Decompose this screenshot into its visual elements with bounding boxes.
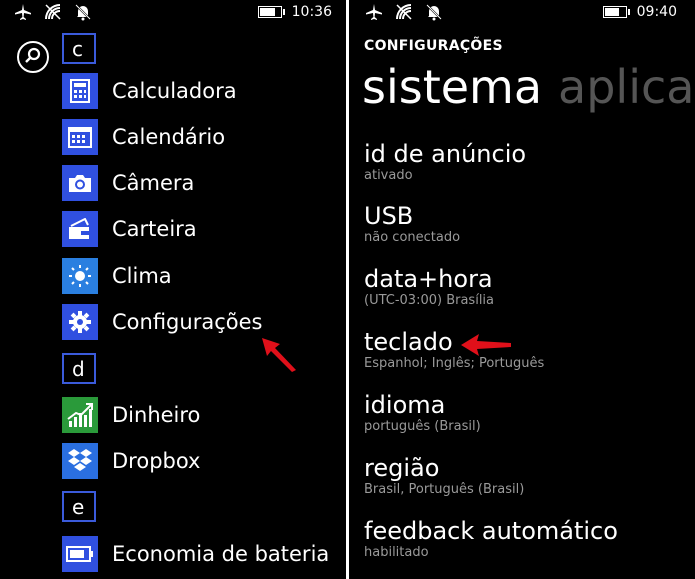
setting-status: (UTC-03:00) Brasília xyxy=(364,293,495,308)
app-dinheiro[interactable]: Dinheiro xyxy=(62,396,200,434)
setting-status: Brasil, Português (Brasil) xyxy=(364,482,525,497)
battery-icon xyxy=(257,6,285,18)
app-label: Carteira xyxy=(112,217,197,241)
app-label: Configurações xyxy=(112,310,263,334)
app-label: Calendário xyxy=(112,125,226,149)
app-label: Calculadora xyxy=(112,79,237,103)
app-list-screen: 10:36 c Calculadora Calendário Câmera Ca… xyxy=(0,0,346,579)
setting-name: USB xyxy=(364,202,414,230)
weather-icon xyxy=(62,258,98,294)
status-bar: 09:40 xyxy=(349,0,695,26)
setting-name: teclado xyxy=(364,328,453,356)
app-clima[interactable]: Clima xyxy=(62,257,172,295)
battery-saver-icon xyxy=(62,536,98,572)
wifi-off-icon xyxy=(395,3,413,21)
app-dropbox[interactable]: Dropbox xyxy=(62,442,200,480)
setting-status: Espanhol; Inglês; Português xyxy=(364,356,545,371)
group-letter-c[interactable]: c xyxy=(62,33,96,64)
tab-sistema[interactable]: sistema xyxy=(362,60,542,114)
setting-id-de-anuncio[interactable]: id de anúncio ativado xyxy=(364,140,526,184)
setting-teclado[interactable]: teclado Espanhol; Inglês; Português xyxy=(364,328,544,372)
clock: 09:40 xyxy=(636,4,677,20)
setting-regiao[interactable]: região Brasil, Português (Brasil) xyxy=(364,454,524,498)
setting-status: habilitado xyxy=(364,545,429,560)
airplane-icon xyxy=(365,3,383,21)
setting-status: ativado xyxy=(364,168,413,183)
camera-icon xyxy=(62,165,98,201)
app-calendario[interactable]: Calendário xyxy=(62,118,225,156)
clock: 10:36 xyxy=(291,4,332,20)
setting-usb[interactable]: USB não conectado xyxy=(364,202,460,246)
app-label: Câmera xyxy=(112,171,195,195)
wallet-icon xyxy=(62,211,98,247)
setting-idioma[interactable]: idioma português (Brasil) xyxy=(364,391,481,435)
gear-icon xyxy=(62,304,98,340)
setting-name: feedback automático xyxy=(364,517,618,545)
setting-name: data+hora xyxy=(364,265,493,293)
status-bar: 10:36 xyxy=(0,0,346,26)
battery-icon xyxy=(602,6,630,18)
quiet-hours-icon xyxy=(425,3,443,21)
app-label: Economia de bateria xyxy=(112,542,330,566)
group-letter-d[interactable]: d xyxy=(62,353,96,384)
tab-aplicativos[interactable]: aplicat xyxy=(558,60,695,114)
quiet-hours-icon xyxy=(74,3,92,21)
red-arrow-pointer xyxy=(262,338,296,372)
dropbox-icon xyxy=(62,443,98,479)
app-configuracoes[interactable]: Configurações xyxy=(62,303,262,341)
app-carteira[interactable]: Carteira xyxy=(62,210,197,248)
pivot-tabs: sistema aplicat xyxy=(362,60,695,114)
page-title: CONFIGURAÇÕES xyxy=(364,38,503,54)
app-economia-de-bateria[interactable]: Economia de bateria xyxy=(62,535,329,573)
calendar-icon xyxy=(62,119,98,155)
calculator-icon xyxy=(62,73,98,109)
search-button[interactable] xyxy=(17,41,49,73)
wifi-off-icon xyxy=(44,3,62,21)
airplane-icon xyxy=(14,3,32,21)
setting-data-hora[interactable]: data+hora (UTC-03:00) Brasília xyxy=(364,265,494,309)
setting-status: português (Brasil) xyxy=(364,419,481,434)
group-letter-e[interactable]: e xyxy=(62,491,96,522)
search-icon xyxy=(25,47,41,63)
setting-feedback-automatico[interactable]: feedback automático habilitado xyxy=(364,517,618,561)
app-camera[interactable]: Câmera xyxy=(62,164,194,202)
setting-name: id de anúncio xyxy=(364,140,527,168)
red-arrow-pointer xyxy=(461,334,511,356)
app-label: Dinheiro xyxy=(112,403,201,427)
setting-status: não conectado xyxy=(364,230,461,245)
app-calculadora[interactable]: Calculadora xyxy=(62,72,237,110)
chart-icon xyxy=(62,397,98,433)
app-label: Clima xyxy=(112,264,172,288)
settings-screen: 09:40 CONFIGURAÇÕES sistema aplicat id de… xyxy=(349,0,695,579)
app-label: Dropbox xyxy=(112,449,201,473)
setting-name: região xyxy=(364,454,440,482)
setting-name: idioma xyxy=(364,391,446,419)
